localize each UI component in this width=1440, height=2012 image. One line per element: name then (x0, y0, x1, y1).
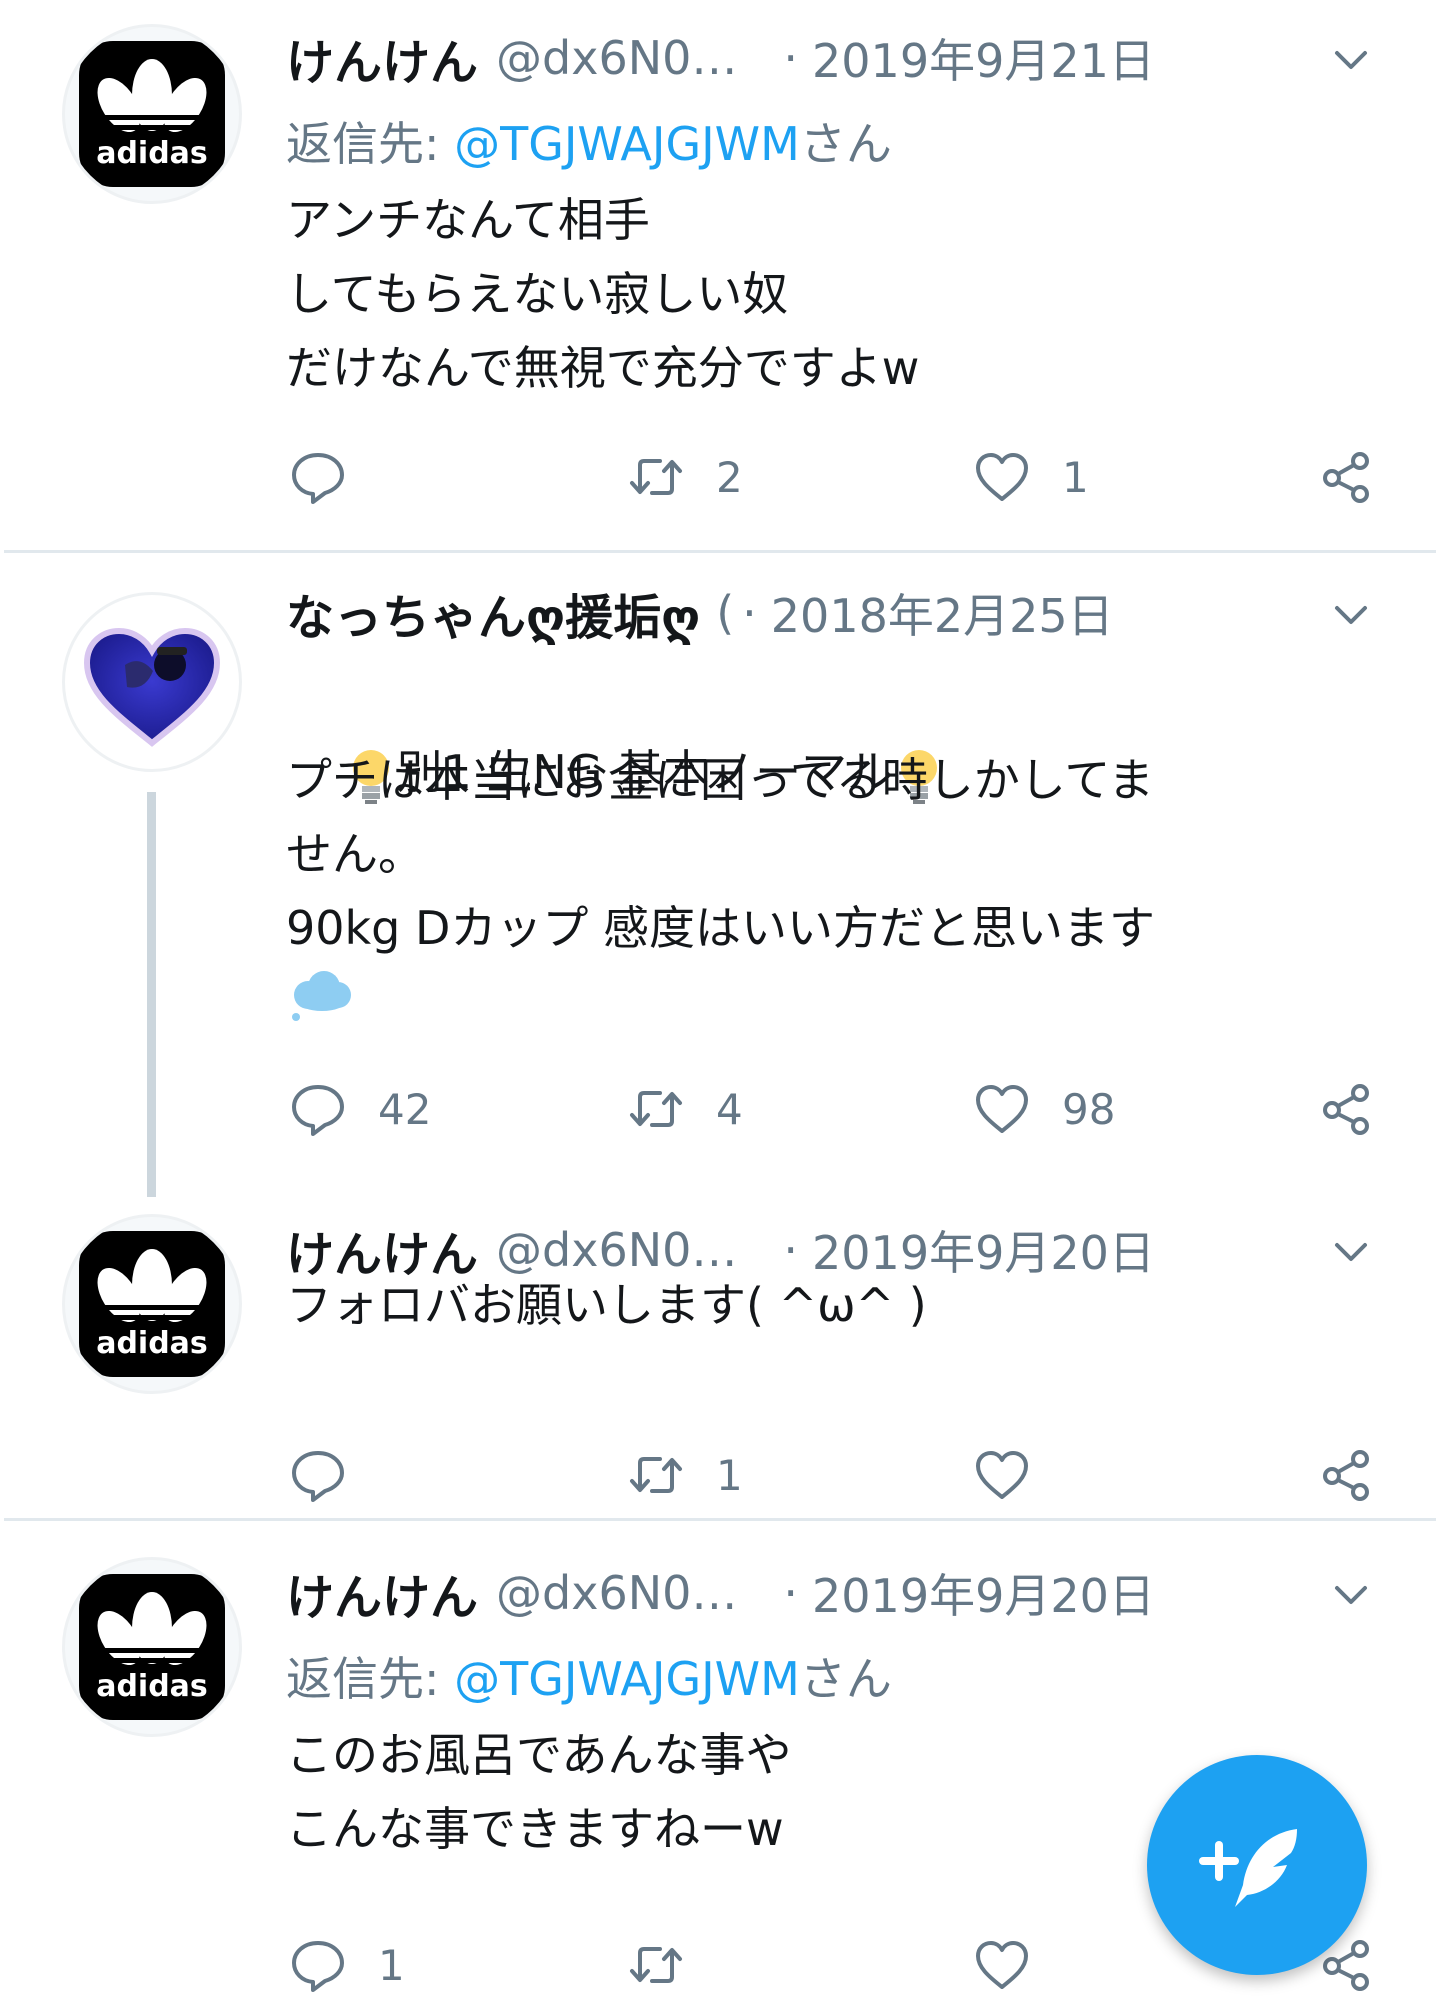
separator-dot: · (742, 586, 757, 640)
adidas-logo: adidas (79, 1231, 225, 1377)
chevron-down-icon[interactable] (1325, 589, 1377, 641)
user-handle[interactable]: ( (716, 586, 734, 640)
reply-button[interactable] (288, 447, 378, 507)
chevron-down-icon[interactable] (1325, 1226, 1377, 1278)
tweet-date[interactable]: 2019年9月20日 (812, 1560, 1155, 1626)
retweet-count: 4 (716, 1084, 743, 1134)
tweet-date[interactable]: 2018年2月25日 (771, 580, 1114, 646)
action-bar: 1 (0, 1445, 1440, 1505)
reply-suffix: さん (799, 117, 892, 171)
like-button[interactable] (972, 1935, 1062, 1995)
tweet-1[interactable]: adidas けんけん @dx6N0… · 2019年9月21日 返信先: @T… (0, 0, 1440, 550)
retweet-button[interactable]: 1 (626, 1445, 743, 1505)
heart-icon (976, 453, 1028, 501)
tweet-text: プチは本当にお金に困ってる時しかしてま せん。 90kg Dカップ 感度はいい方… (286, 753, 1156, 955)
like-button[interactable] (972, 1445, 1062, 1505)
reply-count: 42 (378, 1084, 432, 1134)
adidas-logo: adidas (79, 41, 225, 187)
tweet-text: アンチなんて相手 してもらえない寂しい奴 だけなんで無視で充分ですよw (286, 193, 920, 395)
avatar[interactable] (62, 592, 242, 772)
speech-bubble-icon (292, 453, 344, 504)
display-name[interactable]: けんけん (286, 23, 478, 93)
adidas-logo: adidas (79, 1574, 225, 1720)
display-name[interactable]: なっちゃんღ援垢ღ (286, 578, 700, 648)
reply-button[interactable] (288, 1445, 378, 1505)
reply-mention-link[interactable]: @TGJWAJGJWM (454, 117, 800, 171)
speech-bubble-icon (292, 1085, 344, 1136)
share-icon (1323, 452, 1369, 503)
heart-avatar-image (83, 627, 221, 747)
speech-bubble-icon (292, 1451, 344, 1502)
heart-icon (976, 1941, 1028, 1989)
reply-prefix: 返信先: (286, 117, 455, 171)
like-button[interactable]: 98 (972, 1079, 1115, 1139)
action-bar: 42 4 98 (0, 1079, 1440, 1139)
user-handle[interactable]: @dx6N0… (496, 1566, 737, 1620)
reply-to-line: 返信先: @TGJWAJGJWMさん (286, 108, 892, 174)
compose-tweet-button[interactable] (1147, 1755, 1367, 1975)
heart-icon (976, 1451, 1028, 1499)
like-button[interactable]: 1 (972, 447, 1089, 507)
reply-prefix: 返信先: (286, 1652, 455, 1706)
display-name[interactable]: けんけん (286, 1558, 478, 1628)
chevron-down-icon[interactable] (1325, 1569, 1377, 1621)
avatar[interactable]: adidas (62, 24, 242, 204)
tweet-header: けんけん @dx6N0… · 2019年9月21日 (286, 25, 1155, 91)
reply-button[interactable]: 1 (288, 1935, 405, 1995)
retweet-icon (630, 1457, 682, 1493)
logo-text: adidas (96, 136, 208, 171)
retweet-count: 2 (716, 452, 743, 502)
reply-mention-link[interactable]: @TGJWAJGJWM (454, 1652, 800, 1706)
tweet-header: けんけん @dx6N0… · 2019年9月20日 (286, 1560, 1155, 1626)
tweet-2[interactable]: なっちゃんღ援垢ღ ( · 2018年2月25日 別1 生NG 基本ノーマル プ… (0, 553, 1440, 1213)
tweet-date[interactable]: 2019年9月21日 (812, 25, 1155, 91)
retweet-icon (630, 1947, 682, 1983)
share-button[interactable] (1316, 1079, 1376, 1139)
tweet-text: このお風呂であんな事や こんな事できますねーw (286, 1728, 792, 1856)
retweet-button[interactable] (626, 1935, 716, 1995)
retweet-button[interactable]: 2 (626, 447, 743, 507)
logo-text: adidas (96, 1326, 208, 1361)
separator-dot: · (783, 31, 799, 85)
user-handle[interactable]: @dx6N0… (496, 31, 737, 85)
retweet-count: 1 (716, 1450, 743, 1500)
logo-text: adidas (96, 1669, 208, 1704)
reply-to-line: 返信先: @TGJWAJGJWMさん (286, 1643, 892, 1709)
share-icon (1323, 1450, 1369, 1501)
share-button[interactable] (1316, 1445, 1376, 1505)
reply-count: 1 (378, 1940, 405, 1990)
tweet-3[interactable]: adidas けんけん @dx6N0… · 2019年9月20日 フォロバお願い… (0, 1213, 1440, 1518)
share-button[interactable] (1316, 447, 1376, 507)
action-bar: 2 1 (0, 447, 1440, 507)
like-count: 1 (1062, 452, 1089, 502)
reply-suffix: さん (799, 1652, 892, 1706)
heart-icon (976, 1085, 1028, 1133)
thought-balloon-icon (292, 971, 351, 1021)
compose-feather-icon (1199, 1829, 1297, 1907)
separator-dot: · (783, 1566, 799, 1620)
speech-bubble-icon (292, 1941, 344, 1992)
chevron-down-icon[interactable] (1325, 34, 1377, 86)
share-icon (1323, 1084, 1369, 1135)
retweet-icon (630, 1091, 682, 1127)
like-count: 98 (1062, 1084, 1116, 1134)
avatar[interactable]: adidas (62, 1557, 242, 1737)
tweet-header: なっちゃんღ援垢ღ ( · 2018年2月25日 (286, 580, 1114, 646)
reply-button[interactable]: 42 (288, 1079, 431, 1139)
avatar[interactable]: adidas (62, 1214, 242, 1394)
retweet-button[interactable]: 4 (626, 1079, 743, 1139)
retweet-icon (630, 459, 682, 495)
tweet-text: フォロバお願いします( ^ω^ ) (286, 1278, 927, 1332)
